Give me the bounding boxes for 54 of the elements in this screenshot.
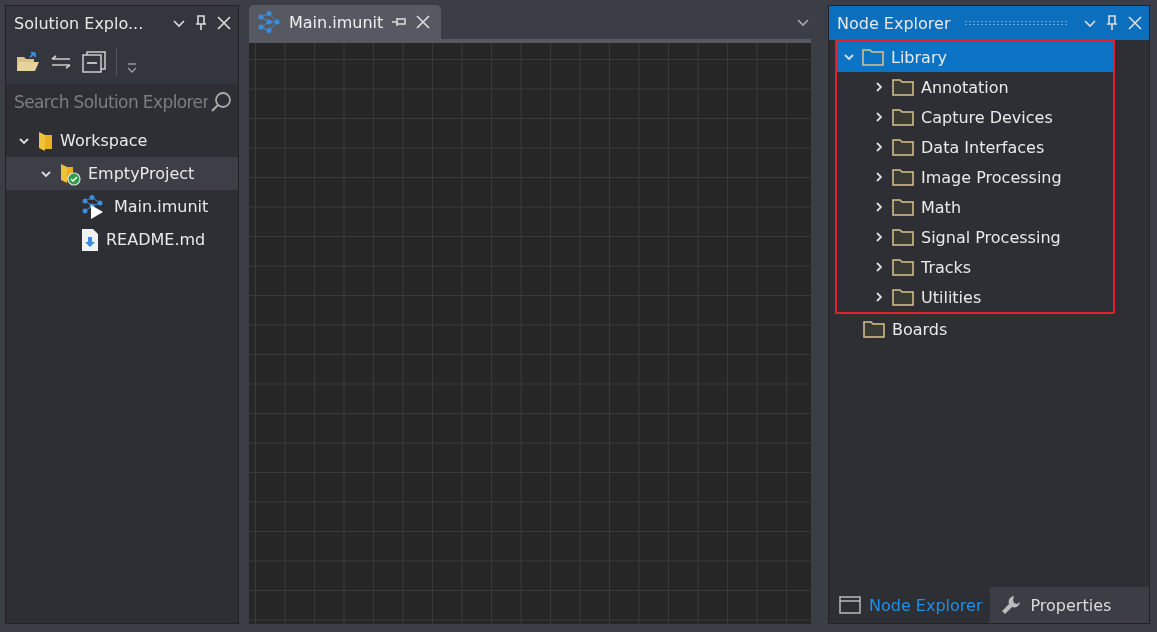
document-tab[interactable]: Main.imunit	[249, 5, 442, 39]
tree-item[interactable]: Signal Processing	[837, 222, 1113, 252]
folder-icon	[892, 228, 914, 246]
wrench-icon	[1000, 594, 1023, 616]
chevron-icon[interactable]	[873, 291, 885, 303]
tree-item[interactable]: Image Processing	[837, 162, 1113, 192]
chevron-icon[interactable]	[873, 261, 885, 273]
panel-tab[interactable]: Properties	[990, 587, 1120, 623]
close-icon[interactable]	[1127, 15, 1143, 31]
tree-item[interactable]: Utilities	[837, 282, 1113, 312]
chevron-icon[interactable]	[873, 141, 885, 153]
project-folder-icon	[59, 161, 81, 186]
sync-arrows-icon[interactable]	[50, 54, 72, 70]
tree-item[interactable]: README.md	[6, 223, 238, 256]
folder-icon	[892, 138, 914, 156]
tree-item[interactable]: EmptyProject	[6, 157, 238, 190]
pin-icon[interactable]	[194, 15, 208, 31]
folder-icon	[862, 48, 884, 66]
tree-item[interactable]: Math	[837, 192, 1113, 222]
folder-icon	[892, 288, 914, 306]
panel-tab[interactable]: Node Explorer	[829, 587, 991, 623]
folder-icon	[863, 320, 885, 338]
pin-icon[interactable]	[1105, 15, 1119, 31]
search-icon	[210, 91, 232, 113]
tree-item[interactable]: Main.imunit	[6, 190, 238, 223]
pin-icon[interactable]	[391, 16, 408, 28]
folder-icon	[892, 108, 914, 126]
tree-item[interactable]: Capture Devices	[837, 102, 1113, 132]
chevron-icon[interactable]	[873, 111, 885, 123]
panel-title: Node Explorer	[837, 13, 951, 33]
collapse-all-icon[interactable]	[82, 51, 106, 73]
window-icon	[839, 596, 861, 614]
open-folder-icon[interactable]	[16, 51, 40, 73]
overflow-icon[interactable]	[127, 62, 137, 74]
tree-item[interactable]: Tracks	[837, 252, 1113, 282]
folder-icon	[892, 258, 914, 276]
panel-title: Solution Explo...	[14, 13, 144, 33]
tree-item[interactable]: Data Interfaces	[837, 132, 1113, 162]
close-icon[interactable]	[415, 14, 432, 30]
folder-icon	[892, 78, 914, 96]
tree-item[interactable]: Annotation	[837, 72, 1113, 102]
chevron-icon[interactable]	[873, 81, 885, 93]
network-icon	[257, 11, 281, 33]
close-icon[interactable]	[216, 15, 232, 31]
folder-icon	[37, 129, 53, 152]
chevron-icon[interactable]	[873, 171, 885, 183]
folder-icon	[892, 198, 914, 216]
document-icon	[81, 227, 99, 252]
tree-item[interactable]: Library	[837, 42, 1113, 72]
chevron-icon[interactable]	[873, 201, 885, 213]
tree-item[interactable]: Workspace	[6, 124, 238, 157]
folder-icon	[892, 168, 914, 186]
chevron-icon[interactable]	[873, 231, 885, 243]
tree-item[interactable]: Boards	[829, 314, 1149, 344]
